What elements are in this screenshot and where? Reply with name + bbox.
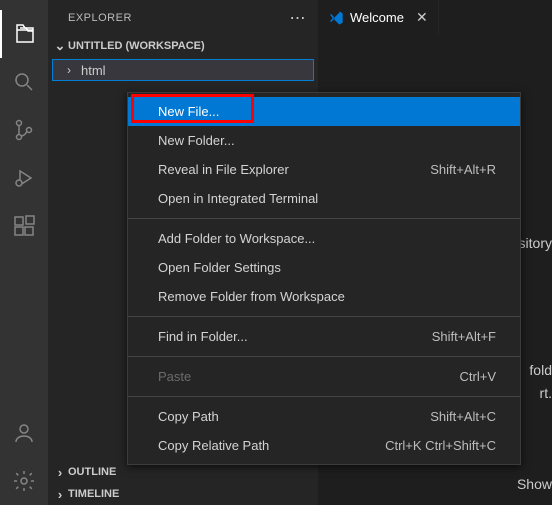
menu-label: Reveal in File Explorer: [158, 162, 289, 177]
context-menu: New File... New Folder... Reveal in File…: [127, 92, 521, 465]
menu-separator: [128, 396, 520, 397]
extensions-icon[interactable]: [0, 202, 48, 250]
tab-label: Welcome: [350, 10, 404, 25]
menu-separator: [128, 218, 520, 219]
tab-bar: Welcome ✕: [318, 0, 439, 35]
sidebar-more-icon[interactable]: ⋯: [290, 8, 307, 28]
folder-name: html: [81, 63, 106, 78]
sidebar-header: EXPLORER ⋯: [48, 0, 318, 35]
vscode-icon: [328, 10, 344, 26]
menu-item-remove-folder-workspace[interactable]: Remove Folder from Workspace: [128, 282, 520, 311]
activity-bar: [0, 0, 48, 505]
timeline-label: TIMELINE: [68, 488, 119, 500]
menu-shortcut: Shift+Alt+C: [430, 409, 496, 424]
menu-label: New Folder...: [158, 133, 235, 148]
menu-item-reveal-explorer[interactable]: Reveal in File Explorer Shift+Alt+R: [128, 155, 520, 184]
menu-item-copy-relative-path[interactable]: Copy Relative Path Ctrl+K Ctrl+Shift+C: [128, 431, 520, 460]
chevron-right-icon: ›: [52, 465, 68, 480]
menu-label: Copy Path: [158, 409, 219, 424]
folder-tree-item[interactable]: › html: [52, 59, 314, 81]
menu-item-find-in-folder[interactable]: Find in Folder... Shift+Alt+F: [128, 322, 520, 351]
editor-text-fragment: rt.: [540, 385, 552, 401]
timeline-section-header[interactable]: › TIMELINE: [48, 483, 318, 505]
settings-icon[interactable]: [0, 457, 48, 505]
menu-shortcut: Shift+Alt+R: [430, 162, 496, 177]
menu-item-new-file[interactable]: New File...: [128, 97, 520, 126]
menu-item-open-terminal[interactable]: Open in Integrated Terminal: [128, 184, 520, 213]
chevron-right-icon: ›: [67, 63, 81, 77]
menu-item-copy-path[interactable]: Copy Path Shift+Alt+C: [128, 402, 520, 431]
sidebar-title: EXPLORER: [68, 12, 132, 24]
menu-label: Remove Folder from Workspace: [158, 289, 345, 304]
menu-item-paste: Paste Ctrl+V: [128, 362, 520, 391]
editor-text-fragment: fold: [529, 362, 552, 378]
menu-shortcut: Shift+Alt+F: [432, 329, 496, 344]
menu-label: Find in Folder...: [158, 329, 248, 344]
menu-label: Add Folder to Workspace...: [158, 231, 315, 246]
source-control-icon[interactable]: [0, 106, 48, 154]
menu-separator: [128, 356, 520, 357]
menu-separator: [128, 316, 520, 317]
outline-label: OUTLINE: [68, 466, 116, 478]
chevron-right-icon: ›: [52, 487, 68, 502]
menu-shortcut: Ctrl+V: [460, 369, 496, 384]
editor-text-fragment: Show: [517, 476, 552, 492]
menu-label: New File...: [158, 104, 219, 119]
explorer-icon[interactable]: [0, 10, 48, 58]
tab-welcome[interactable]: Welcome ✕: [318, 0, 439, 35]
debug-icon[interactable]: [0, 154, 48, 202]
menu-shortcut: Ctrl+K Ctrl+Shift+C: [385, 438, 496, 453]
menu-item-new-folder[interactable]: New Folder...: [128, 126, 520, 155]
menu-label: Open in Integrated Terminal: [158, 191, 318, 206]
close-icon[interactable]: ✕: [416, 9, 428, 26]
menu-label: Copy Relative Path: [158, 438, 269, 453]
menu-label: Paste: [158, 369, 191, 384]
workspace-label: UNTITLED (WORKSPACE): [68, 40, 205, 52]
chevron-down-icon: ⌄: [52, 38, 68, 54]
account-icon[interactable]: [0, 409, 48, 457]
menu-item-open-folder-settings[interactable]: Open Folder Settings: [128, 253, 520, 282]
search-icon[interactable]: [0, 58, 48, 106]
menu-item-add-folder-workspace[interactable]: Add Folder to Workspace...: [128, 224, 520, 253]
menu-label: Open Folder Settings: [158, 260, 281, 275]
workspace-section-header[interactable]: ⌄ UNTITLED (WORKSPACE): [48, 35, 318, 57]
